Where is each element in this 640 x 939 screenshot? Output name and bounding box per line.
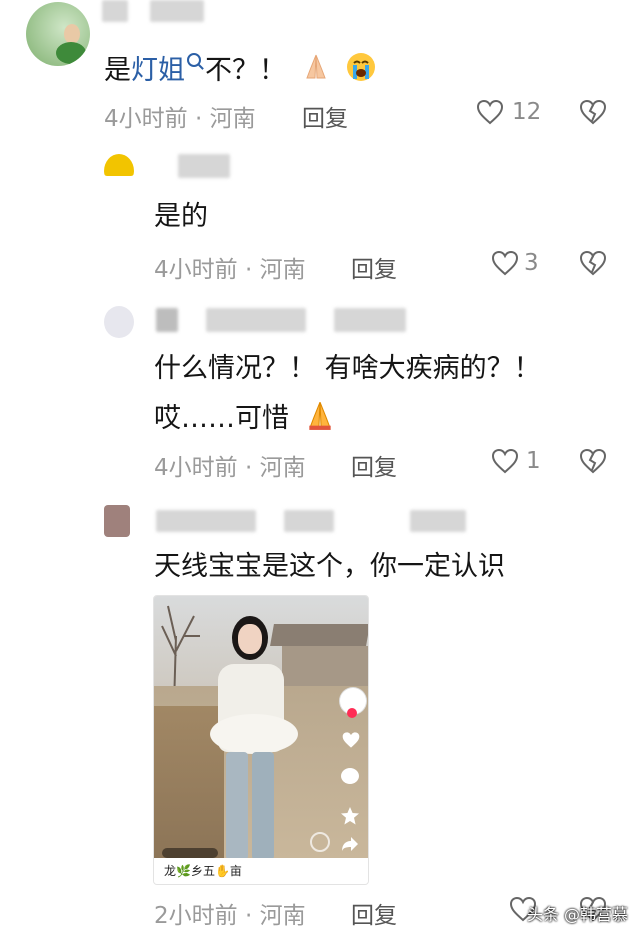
search-icon[interactable] [187,53,201,67]
comment-icon[interactable] [341,768,359,784]
camera-icon[interactable] [310,832,330,852]
favorite-star-icon[interactable] [340,806,360,826]
heart-outline-icon[interactable] [476,99,504,125]
reply-button[interactable]: 回复 [351,250,397,284]
comment-time-location: 4小时前 · 河南 [104,106,256,132]
comment-text-line2: 哎……可惜 [154,399,336,440]
reply-button[interactable]: 回复 [351,896,397,930]
comment-text: 天线宝宝是这个，你一定认识 [154,551,505,582]
username-redacted [156,510,256,532]
follow-plus-icon[interactable] [347,708,357,718]
like-count: 3 [524,250,539,276]
avatar[interactable] [104,505,130,537]
comment-time-location: 4小时前 · 河南 [154,257,306,283]
comment-text: 是的 [154,201,208,232]
heart-outline-icon[interactable] [491,448,519,474]
like-count: 1 [526,448,541,474]
broken-heart-icon[interactable] [579,250,607,276]
username-redacted [410,510,466,532]
comment-time-location: 4小时前 · 河南 [154,455,306,481]
username-redacted [284,510,334,532]
pray-emoji-icon [304,399,336,440]
comment-text: 是灯姐 不？！ [104,51,377,92]
avatar[interactable] [104,306,134,338]
watermark: 头条 @韩营慕 [526,905,628,924]
video-author-label[interactable]: 龙🌿乡五✋亩 [154,858,368,884]
crying-emoji-icon [345,51,377,92]
recommend-badge[interactable] [162,848,218,858]
avatar[interactable] [26,2,90,66]
username-redacted [206,308,306,332]
search-link-text[interactable]: 灯姐 [131,55,185,86]
username-redacted [102,0,128,22]
like-count: 12 [512,99,542,125]
reply-button[interactable]: 回复 [351,448,397,482]
broken-heart-icon[interactable] [579,99,607,125]
username-redacted [178,154,230,178]
broken-heart-icon[interactable] [579,448,607,474]
reply-button[interactable]: 回复 [302,99,348,133]
share-icon[interactable] [341,836,359,852]
avatar[interactable] [104,154,134,188]
pray-emoji-icon [301,52,331,91]
comment-text-line1: 什么情况？！ 有啥大疾病的？！ [154,353,541,384]
comment-time-location: 2小时前 · 河南 [154,903,306,929]
username-redacted [150,0,204,22]
video-thumbnail[interactable]: 龙🌿乡五✋亩 [153,595,369,885]
like-icon[interactable] [341,731,361,749]
heart-outline-icon[interactable] [491,250,519,276]
username-redacted [334,308,406,332]
username-redacted [156,308,178,332]
